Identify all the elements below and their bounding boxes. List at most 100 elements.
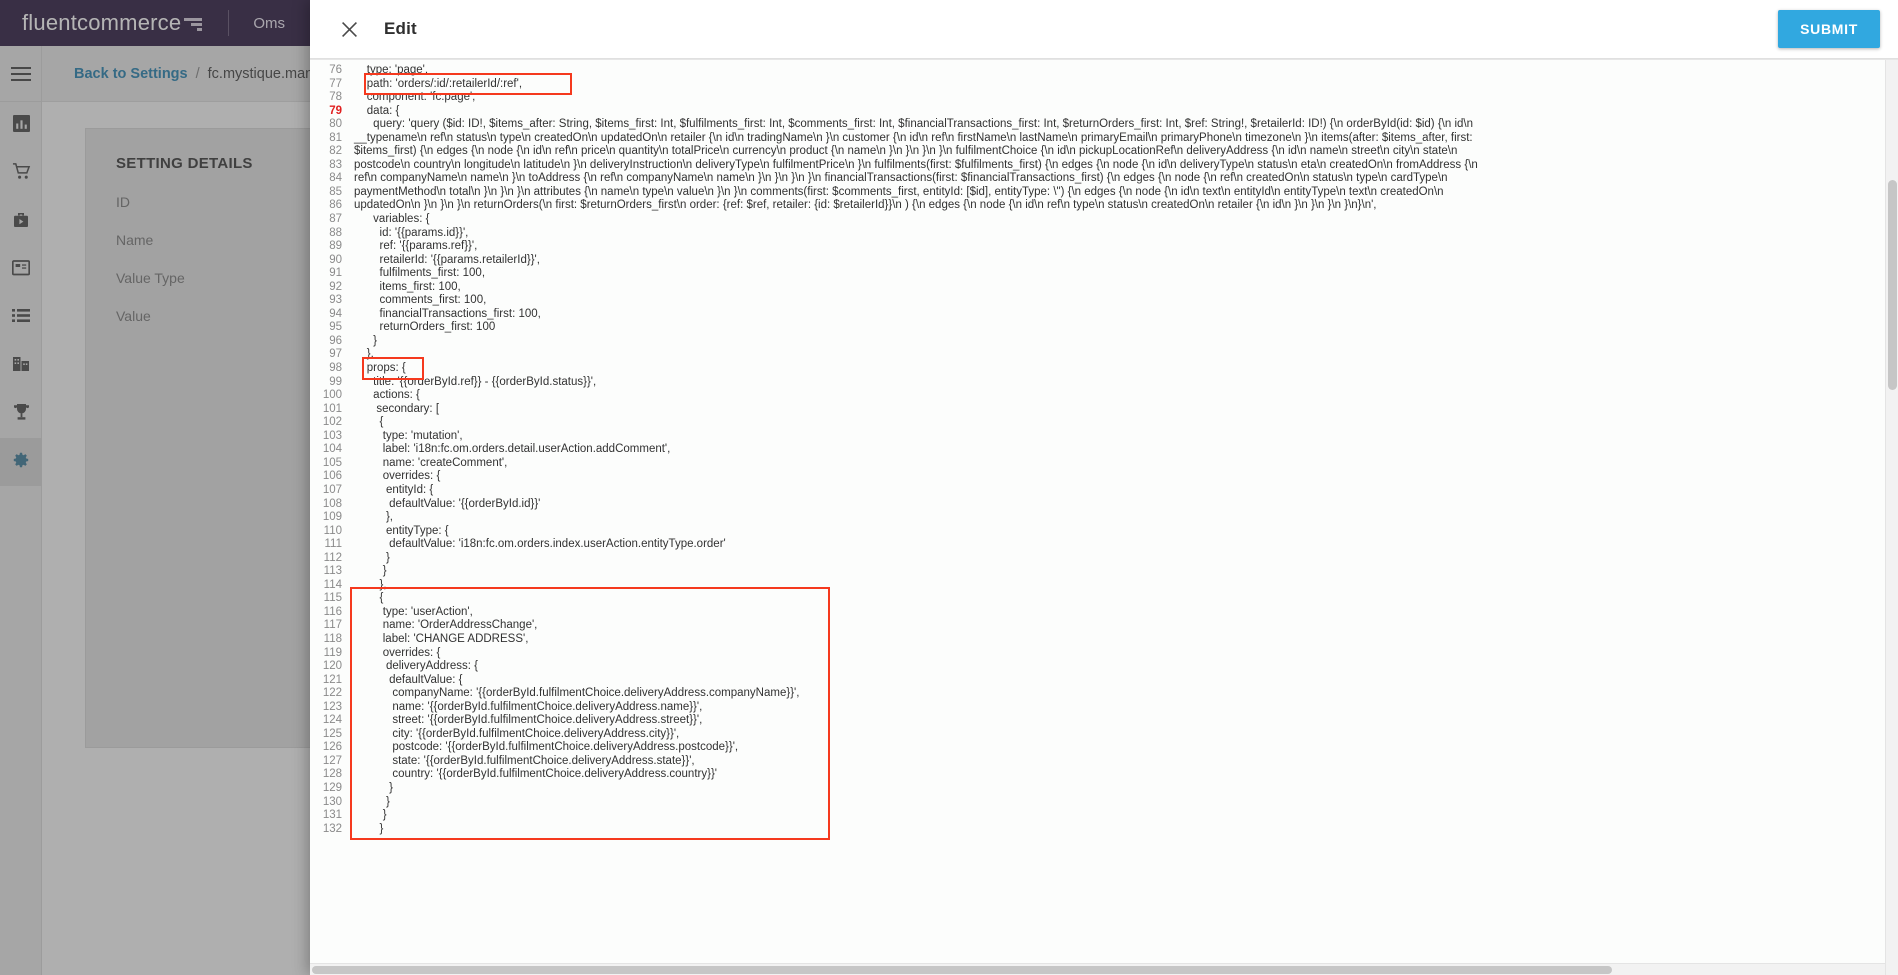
vertical-scroll-thumb[interactable] <box>1888 180 1897 390</box>
code-line-text[interactable]: street: '{{orderById.fulfilmentChoice.de… <box>354 714 1898 728</box>
code-line-text[interactable]: retailerId: '{{params.retailerId}}', <box>354 254 1898 268</box>
code-line-text[interactable]: overrides: { <box>354 647 1898 661</box>
code-line-text[interactable]: paymentMethod\n total\n }\n }\n }\n attr… <box>354 186 1898 200</box>
code-line-text[interactable]: defaultValue: '{{orderById.id}}' <box>354 498 1898 512</box>
code-line-text[interactable]: id: '{{params.id}}', <box>354 227 1898 241</box>
code-line-text[interactable]: state: '{{orderById.fulfilmentChoice.del… <box>354 755 1898 769</box>
code-line-text[interactable]: fulfilments_first: 100, <box>354 267 1898 281</box>
code-line-text[interactable]: component: 'fc.page', <box>354 91 1898 105</box>
code-line[interactable]: 128 country: '{{orderById.fulfilmentChoi… <box>310 768 1898 782</box>
code-line-text[interactable]: overrides: { <box>354 470 1898 484</box>
code-line[interactable]: 85 paymentMethod\n total\n }\n }\n }\n at… <box>310 186 1898 200</box>
code-line-text[interactable]: } <box>354 782 1898 796</box>
code-line-text[interactable]: ref\n companyName\n name\n }\n toAddress… <box>354 172 1898 186</box>
code-line[interactable]: 131 } <box>310 809 1898 823</box>
code-line[interactable]: 97 }, <box>310 348 1898 362</box>
code-line[interactable]: 101 secondary: [ <box>310 403 1898 417</box>
code-line[interactable]: 108 defaultValue: '{{orderById.id}}' <box>310 498 1898 512</box>
code-line-text[interactable]: country: '{{orderById.fulfilmentChoice.d… <box>354 768 1898 782</box>
code-line-text[interactable]: name: 'createComment', <box>354 457 1898 471</box>
horizontal-scroll-thumb[interactable] <box>312 966 1612 974</box>
code-line[interactable]: 77 path: 'orders/:id/:retailerId/:ref', <box>310 78 1898 92</box>
code-line[interactable]: 107 entityId: { <box>310 484 1898 498</box>
code-line-text[interactable]: variables: { <box>354 213 1898 227</box>
code-line[interactable]: 92 items_first: 100, <box>310 281 1898 295</box>
code-line-text[interactable]: } <box>354 809 1898 823</box>
code-line-text[interactable]: label: 'CHANGE ADDRESS', <box>354 633 1898 647</box>
code-line[interactable]: 99 title: '{{orderById.ref}} - {{orderBy… <box>310 376 1898 390</box>
code-line[interactable]: 80 query: 'query ($id: ID!, $items_after… <box>310 118 1898 132</box>
code-scroll-area[interactable]: 76 type: 'page', 77 path: 'orders/:id/:re… <box>310 60 1898 975</box>
code-line-text[interactable]: type: 'userAction', <box>354 606 1898 620</box>
code-line[interactable]: 119 overrides: { <box>310 647 1898 661</box>
code-line[interactable]: 120 deliveryAddress: { <box>310 660 1898 674</box>
code-line-text[interactable]: type: 'page', <box>354 64 1898 78</box>
code-line[interactable]: 90 retailerId: '{{params.retailerId}}', <box>310 254 1898 268</box>
code-line[interactable]: 84 ref\n companyName\n name\n }\n toAddre… <box>310 172 1898 186</box>
code-line-text[interactable]: $items_first) {\n edges {\n node {\n id\… <box>354 145 1898 159</box>
code-line[interactable]: 118 label: 'CHANGE ADDRESS', <box>310 633 1898 647</box>
code-line-text[interactable]: path: 'orders/:id/:retailerId/:ref', <box>354 78 1898 92</box>
code-line-text[interactable]: entityId: { <box>354 484 1898 498</box>
code-line[interactable]: 96 } <box>310 335 1898 349</box>
code-line[interactable]: 87 variables: { <box>310 213 1898 227</box>
code-line-text[interactable]: postcode\n country\n longitude\n latitud… <box>354 159 1898 173</box>
code-line-text[interactable]: } <box>354 565 1898 579</box>
code-line[interactable]: 98 props: { <box>310 362 1898 376</box>
code-line-text[interactable]: city: '{{orderById.fulfilmentChoice.deli… <box>354 728 1898 742</box>
code-line[interactable]: 109 }, <box>310 511 1898 525</box>
vertical-scrollbar[interactable] <box>1885 60 1898 975</box>
code-line[interactable]: 126 postcode: '{{orderById.fulfilmentCho… <box>310 741 1898 755</box>
code-line[interactable]: 130 } <box>310 796 1898 810</box>
code-line[interactable]: 111 defaultValue: 'i18n:fc.om.orders.ind… <box>310 538 1898 552</box>
code-line-text[interactable]: entityType: { <box>354 525 1898 539</box>
code-line[interactable]: 82 $items_first) {\n edges {\n node {\n i… <box>310 145 1898 159</box>
code-line[interactable]: 125 city: '{{orderById.fulfilmentChoice.… <box>310 728 1898 742</box>
horizontal-scrollbar[interactable] <box>310 963 1885 975</box>
code-line-text[interactable]: query: 'query ($id: ID!, $items_after: S… <box>354 118 1898 132</box>
code-line[interactable]: 115 { <box>310 592 1898 606</box>
code-line[interactable]: 76 type: 'page', <box>310 64 1898 78</box>
code-line[interactable]: 106 overrides: { <box>310 470 1898 484</box>
code-line[interactable]: 112 } <box>310 552 1898 566</box>
code-line-text[interactable]: } <box>354 335 1898 349</box>
code-line[interactable]: 114 }, <box>310 579 1898 593</box>
code-line[interactable]: 88 id: '{{params.id}}', <box>310 227 1898 241</box>
code-line[interactable]: 86 updatedOn\n }\n }\n }\n returnOrders(\… <box>310 199 1898 213</box>
code-line[interactable]: 103 type: 'mutation', <box>310 430 1898 444</box>
code-line-text[interactable]: actions: { <box>354 389 1898 403</box>
code-line-text[interactable]: type: 'mutation', <box>354 430 1898 444</box>
code-line[interactable]: 116 type: 'userAction', <box>310 606 1898 620</box>
code-line-text[interactable]: name: 'OrderAddressChange', <box>354 619 1898 633</box>
code-line-text[interactable]: deliveryAddress: { <box>354 660 1898 674</box>
code-line[interactable]: 113 } <box>310 565 1898 579</box>
code-line-text[interactable]: } <box>354 796 1898 810</box>
code-line-text[interactable]: returnOrders_first: 100 <box>354 321 1898 335</box>
code-line[interactable]: 127 state: '{{orderById.fulfilmentChoice… <box>310 755 1898 769</box>
code-line[interactable]: 78 component: 'fc.page', <box>310 91 1898 105</box>
code-line-text[interactable]: } <box>354 823 1898 837</box>
submit-button[interactable]: SUBMIT <box>1778 10 1880 48</box>
code-line-text[interactable]: comments_first: 100, <box>354 294 1898 308</box>
code-line[interactable]: 89 ref: '{{params.ref}}', <box>310 240 1898 254</box>
code-line-text[interactable]: updatedOn\n }\n }\n }\n returnOrders(\n … <box>354 199 1898 213</box>
code-line-text[interactable]: title: '{{orderById.ref}} - {{orderById.… <box>354 376 1898 390</box>
code-line-text[interactable]: items_first: 100, <box>354 281 1898 295</box>
code-line-text[interactable]: label: 'i18n:fc.om.orders.detail.userAct… <box>354 443 1898 457</box>
code-line[interactable]: 81 __typename\n ref\n status\n type\n cre… <box>310 132 1898 146</box>
code-line-text[interactable]: defaultValue: { <box>354 674 1898 688</box>
code-line[interactable]: 105 name: 'createComment', <box>310 457 1898 471</box>
code-line-text[interactable]: postcode: '{{orderById.fulfilmentChoice.… <box>354 741 1898 755</box>
code-line-text[interactable]: { <box>354 416 1898 430</box>
code-line-text[interactable]: name: '{{orderById.fulfilmentChoice.deli… <box>354 701 1898 715</box>
code-line-text[interactable]: data: { <box>354 105 1898 119</box>
code-line-text[interactable]: ref: '{{params.ref}}', <box>354 240 1898 254</box>
code-line-text[interactable]: props: { <box>354 362 1898 376</box>
code-line-text[interactable]: { <box>354 592 1898 606</box>
code-line-text[interactable]: defaultValue: 'i18n:fc.om.orders.index.u… <box>354 538 1898 552</box>
code-line[interactable]: 91 fulfilments_first: 100, <box>310 267 1898 281</box>
code-line[interactable]: 102 { <box>310 416 1898 430</box>
code-line-text[interactable]: companyName: '{{orderById.fulfilmentChoi… <box>354 687 1898 701</box>
code-line[interactable]: 94 financialTransactions_first: 100, <box>310 308 1898 322</box>
code-editor[interactable]: 76 type: 'page', 77 path: 'orders/:id/:re… <box>310 59 1898 975</box>
